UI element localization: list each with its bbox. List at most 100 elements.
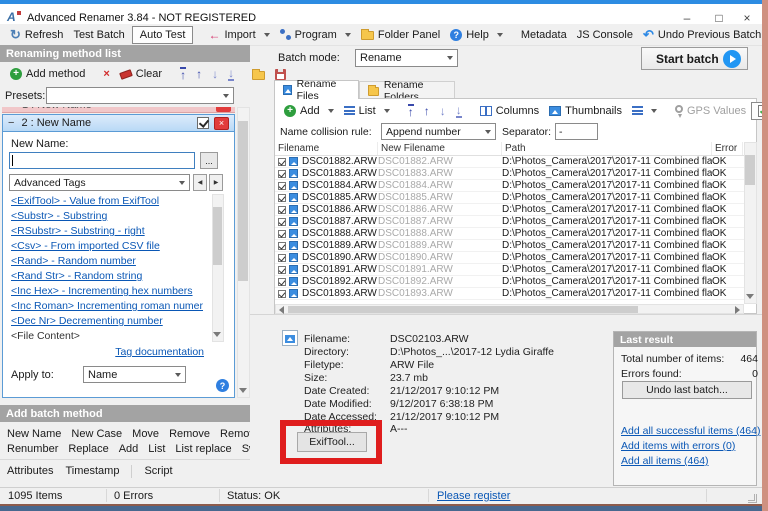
tag-link[interactable]: <Dec Nr> Decrementing number <box>11 314 203 329</box>
row-checkbox[interactable] <box>278 289 286 298</box>
ellipsis-button[interactable]: ... <box>200 152 218 169</box>
row-checkbox[interactable] <box>278 169 286 178</box>
tag-link[interactable]: <RSubstr> - Substring - right <box>11 224 203 239</box>
table-row[interactable]: DSC01888.ARW DSC01888.ARW D:\Photos_Came… <box>275 228 744 240</box>
move-down-button[interactable]: ↓ <box>207 66 223 82</box>
method-help-icon[interactable]: ? <box>216 379 229 392</box>
table-row[interactable]: DSC01885.ARW DSC01885.ARW D:\Photos_Came… <box>275 192 744 204</box>
method-close-button[interactable]: × <box>214 116 229 130</box>
tag-file-content[interactable]: <File Content> <box>11 329 80 344</box>
refresh-button[interactable]: ↻ Refresh <box>5 25 68 45</box>
tag-link[interactable]: <Substr> - Substring <box>11 209 203 224</box>
table-horizontal-scrollbar[interactable] <box>275 304 744 314</box>
method-enabled-checkbox[interactable] <box>197 117 209 129</box>
table-row[interactable]: DSC01886.ARW DSC01886.ARW D:\Photos_Came… <box>275 204 744 216</box>
auto-test-button[interactable]: Auto Test <box>131 25 194 44</box>
column-header-filename[interactable]: Filename <box>275 142 378 155</box>
test-batch-button[interactable]: Test Batch <box>68 27 129 43</box>
tag-documentation-link[interactable]: Tag documentation <box>115 346 204 358</box>
row-checkbox[interactable] <box>278 181 286 190</box>
row-checkbox[interactable] <box>278 217 286 226</box>
add-batch-method-link[interactable]: Move <box>132 428 159 440</box>
method-list-scrollbar[interactable] <box>237 107 250 398</box>
table-row[interactable]: DSC01891.ARW DSC01891.ARW D:\Photos_Came… <box>275 264 744 276</box>
scroll-down-icon[interactable] <box>746 294 754 299</box>
collapse-icon[interactable]: − <box>8 117 14 129</box>
column-header-error[interactable]: Error <box>712 142 743 155</box>
scrollbar-thumb[interactable] <box>288 306 638 313</box>
tag-link[interactable]: <Inc Roman> Incrementing roman numerals <box>11 299 203 314</box>
metadata-button[interactable]: Metadata <box>516 27 572 43</box>
list-button[interactable]: List <box>339 103 395 119</box>
add-batch-method-link[interactable]: Renumber <box>7 443 58 455</box>
presets-dropdown[interactable] <box>46 87 234 104</box>
scroll-down-icon[interactable] <box>213 332 221 337</box>
scroll-right-icon[interactable] <box>735 306 740 314</box>
move-top-button[interactable]: ↑ <box>175 65 191 83</box>
name-collision-rule-dropdown[interactable]: Append number <box>381 123 496 140</box>
file-move-down-button[interactable]: ↓ <box>435 103 451 119</box>
table-vertical-scrollbar[interactable] <box>744 142 757 304</box>
row-checkbox[interactable] <box>278 205 286 214</box>
tab-rename-files[interactable]: Rename Files <box>274 78 359 102</box>
scrollbar-thumb[interactable] <box>745 155 755 185</box>
scrollbar-thumb[interactable] <box>213 207 222 265</box>
clear-methods-button[interactable]: Clear <box>115 66 167 82</box>
move-up-button[interactable]: ↑ <box>191 66 207 82</box>
remove-method-button[interactable]: × <box>98 66 114 82</box>
new-name-input[interactable] <box>9 152 195 169</box>
program-button[interactable]: Program <box>275 27 356 43</box>
last-result-link[interactable]: Add all successful items (464) <box>621 424 760 439</box>
method-item-1-partial[interactable]: 1 : New Name <box>2 107 235 113</box>
row-checkbox[interactable] <box>278 253 286 262</box>
folder-panel-button[interactable]: Folder Panel <box>356 27 445 43</box>
undo-last-batch-button[interactable]: Undo last batch... <box>622 381 752 399</box>
undo-previous-batch-button[interactable]: ↶ Undo Previous Batch <box>638 25 766 45</box>
js-console-button[interactable]: JS Console <box>572 27 638 43</box>
add-batch-method-link[interactable]: Script <box>144 465 172 477</box>
row-checkbox[interactable] <box>278 277 286 286</box>
file-move-up-button[interactable]: ↑ <box>419 103 435 119</box>
column-header-path[interactable]: Path <box>502 142 712 155</box>
last-result-link[interactable]: Add all items (464) <box>621 454 753 469</box>
method-item-1-close[interactable] <box>216 107 231 112</box>
add-files-button[interactable]: + Add <box>279 103 339 119</box>
row-checkbox[interactable] <box>278 157 286 166</box>
batch-mode-dropdown[interactable]: Rename <box>355 49 458 67</box>
row-checkbox[interactable] <box>278 229 286 238</box>
scrollbar-thumb[interactable] <box>238 121 248 281</box>
tag-link[interactable]: <Rand> - Random number <box>11 254 203 269</box>
add-batch-method-link[interactable]: New Name <box>7 428 61 440</box>
row-checkbox[interactable] <box>278 265 286 274</box>
resize-grip[interactable] <box>748 494 757 503</box>
tag-category-dropdown[interactable]: Advanced Tags <box>9 174 190 191</box>
tag-link[interactable]: <Csv> - From imported CSV file <box>11 239 203 254</box>
add-batch-method-link[interactable]: Add <box>119 443 139 455</box>
add-batch-method-link[interactable]: Replace <box>68 443 108 455</box>
help-button[interactable]: ? Help <box>445 27 508 43</box>
add-method-button[interactable]: + Add method <box>5 66 90 82</box>
move-bottom-button[interactable]: ↓ <box>223 65 239 83</box>
tag-link[interactable]: <ExifTool> - Value from ExifTool <box>11 194 203 209</box>
apply-to-dropdown[interactable]: Name <box>83 366 186 383</box>
method-item-2-header[interactable]: − 2 : New Name × <box>2 114 235 132</box>
tab-rename-folders[interactable]: Rename Folders <box>359 79 455 103</box>
thumbnails-button[interactable]: Thumbnails <box>544 103 627 119</box>
table-row[interactable]: DSC01887.ARW DSC01887.ARW D:\Photos_Came… <box>275 216 744 228</box>
tag-link[interactable]: <Rand Str> - Random string <box>11 269 203 284</box>
last-result-link[interactable]: Add items with errors (0) <box>621 439 753 454</box>
sort-button[interactable] <box>627 104 662 117</box>
table-row[interactable]: DSC01884.ARW DSC01884.ARW D:\Photos_Came… <box>275 180 744 192</box>
row-checkbox[interactable] <box>278 241 286 250</box>
file-move-top-button[interactable]: ↑ <box>403 102 419 120</box>
scroll-down-icon[interactable] <box>239 388 247 393</box>
exiftool-button[interactable]: ExifTool... <box>297 432 367 452</box>
tags-next-button[interactable]: ▶ <box>209 174 223 191</box>
column-header-new-filename[interactable]: New Filename <box>378 142 502 155</box>
tags-prev-button[interactable]: ◀ <box>193 174 207 191</box>
add-batch-method-link[interactable]: New Case <box>71 428 122 440</box>
add-batch-method-link[interactable]: Attributes <box>7 465 53 477</box>
file-move-bottom-button[interactable]: ↓ <box>451 102 467 120</box>
tag-link[interactable]: <Inc Hex> - Incrementing hex numbers <box>11 284 203 299</box>
tags-scrollbar[interactable] <box>212 194 224 342</box>
